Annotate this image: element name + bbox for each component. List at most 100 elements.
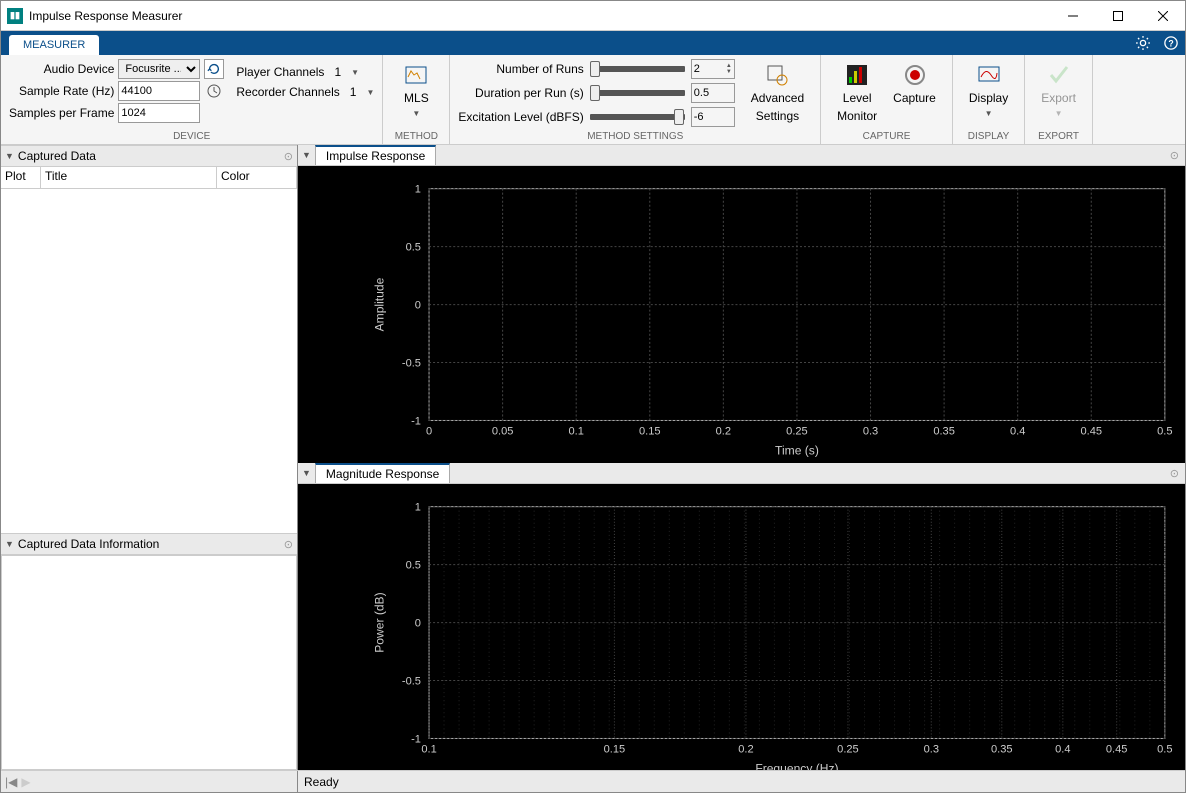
left-pane: ▼ Captured Data ⊙ Plot Title Color ▼ Cap… [1,145,298,770]
capture-button[interactable]: Capture [885,59,944,127]
duration-input[interactable]: 0.5 [691,83,735,103]
impulse-response-plot[interactable]: 00.050.10.150.20.250.30.350.40.450.5-1-0… [298,166,1185,463]
svg-text:0.05: 0.05 [492,426,514,438]
svg-text:-0.5: -0.5 [402,358,421,370]
chevron-down-icon: ▼ [302,150,311,160]
chevron-down-icon: ▼ [302,468,311,478]
captured-data-table-header: Plot Title Color [1,167,297,189]
magnitude-response-plot[interactable]: 0.10.150.20.250.30.350.40.450.5-1-0.500.… [298,484,1185,770]
sample-rate-input[interactable] [118,81,200,101]
group-device-label: DEVICE [9,131,374,142]
panel-options-icon[interactable]: ⊙ [284,150,293,163]
duration-label: Duration per Run (s) [458,86,583,100]
num-runs-input[interactable]: 2▲▼ [691,59,735,79]
display-button[interactable]: Display ▼ [961,59,1016,122]
group-method: MLS ▼ METHOD [383,55,450,144]
app-icon: ▮▮ [7,8,23,24]
svg-text:Amplitude: Amplitude [373,277,387,331]
nav-prev-icon[interactable]: |◀ [5,775,17,789]
nav-next-icon[interactable]: ▶ [21,775,30,789]
player-channels-value: 1 [330,65,345,79]
col-title[interactable]: Title [41,167,217,188]
col-color[interactable]: Color [217,167,297,188]
svg-text:Time (s): Time (s) [775,444,819,458]
svg-text:0.25: 0.25 [786,426,808,438]
sample-rate-label: Sample Rate (Hz) [9,84,114,98]
refresh-device-button[interactable] [204,59,224,79]
tab-magnitude-response[interactable]: Magnitude Response [315,463,450,483]
svg-text:0.2: 0.2 [716,426,731,438]
svg-text:0: 0 [426,426,432,438]
svg-text:0.4: 0.4 [1055,744,1070,756]
captured-data-info-panel [1,555,297,770]
sample-rate-sync-icon[interactable] [204,81,224,101]
player-channels-dropdown[interactable]: ▼ [351,68,359,77]
maximize-button[interactable] [1095,1,1140,30]
ribbon-bar: MEASURER ? [1,31,1185,55]
samples-per-frame-input[interactable] [118,103,200,123]
right-pane: ▼ Impulse Response ⊙ 00.050.10.150.20.25… [298,145,1185,770]
svg-text:0: 0 [415,300,421,312]
audio-device-label: Audio Device [9,62,114,76]
mls-icon [404,63,428,87]
group-export-label: EXPORT [1033,131,1084,142]
group-display: Display ▼ DISPLAY [953,55,1025,144]
num-runs-slider[interactable] [590,66,685,72]
excitation-label: Excitation Level (dBFS) [458,110,583,124]
recorder-channels-value: 1 [346,85,361,99]
panel-options-icon[interactable]: ⊙ [1170,149,1179,162]
captured-data-table-body [1,189,297,533]
audio-device-select[interactable]: Focusrite ... [118,59,200,79]
window-title: Impulse Response Measurer [29,9,1050,23]
chevron-down-icon: ▼ [412,109,420,118]
col-plot[interactable]: Plot [1,167,41,188]
svg-text:0.15: 0.15 [604,744,626,756]
svg-text:1: 1 [415,502,421,514]
svg-text:Frequency (Hz): Frequency (Hz) [755,762,838,770]
excitation-slider[interactable] [590,114,685,120]
svg-text:0.3: 0.3 [863,426,878,438]
minimize-button[interactable] [1050,1,1095,30]
group-device: Audio Device Focusrite ... Sample Rate (… [1,55,383,144]
svg-text:?: ? [1168,39,1173,49]
status-text: Ready [298,775,345,789]
help-icon[interactable]: ? [1161,33,1181,53]
group-display-label: DISPLAY [961,131,1016,142]
svg-text:0.5: 0.5 [1157,744,1172,756]
titlebar: ▮▮ Impulse Response Measurer [1,1,1185,31]
chevron-down-icon: ▼ [985,109,993,118]
group-capture: Level Monitor Capture CAPTURE [821,55,953,144]
captured-data-header[interactable]: ▼ Captured Data ⊙ [1,145,297,167]
gear-icon[interactable] [1133,33,1153,53]
checkmark-icon [1047,63,1071,87]
svg-text:0.45: 0.45 [1080,426,1102,438]
advanced-settings-button[interactable]: Advanced Settings [743,59,812,127]
close-button[interactable] [1140,1,1185,30]
captured-data-info-header[interactable]: ▼ Captured Data Information ⊙ [1,533,297,555]
excitation-input[interactable]: -6 [691,107,735,127]
group-method-label: METHOD [391,131,441,142]
tab-impulse-response[interactable]: Impulse Response [315,145,436,165]
level-monitor-button[interactable]: Level Monitor [829,59,885,127]
group-export: Export ▼ EXPORT [1025,55,1093,144]
toolstrip: Audio Device Focusrite ... Sample Rate (… [1,55,1185,145]
tab-measurer[interactable]: MEASURER [9,35,99,55]
statusbar: |◀ ▶ Ready [1,770,1185,792]
svg-text:0.3: 0.3 [924,744,939,756]
group-capture-label: CAPTURE [829,131,944,142]
mls-button[interactable]: MLS ▼ [391,59,441,122]
export-button: Export ▼ [1033,59,1084,122]
svg-text:0.4: 0.4 [1010,426,1025,438]
svg-text:0.45: 0.45 [1106,744,1128,756]
panel-options-icon[interactable]: ⊙ [284,538,293,551]
recorder-channels-dropdown[interactable]: ▼ [366,88,374,97]
panel-options-icon[interactable]: ⊙ [1170,467,1179,480]
duration-slider[interactable] [590,90,685,96]
app-window: ▮▮ Impulse Response Measurer MEASURER ? … [0,0,1186,793]
svg-text:0: 0 [415,618,421,630]
svg-text:1: 1 [415,184,421,196]
svg-text:0.35: 0.35 [991,744,1013,756]
status-nav: |◀ ▶ [1,771,298,792]
captured-data-panel: Plot Title Color [1,167,297,533]
group-method-settings-label: METHOD SETTINGS [458,131,812,142]
